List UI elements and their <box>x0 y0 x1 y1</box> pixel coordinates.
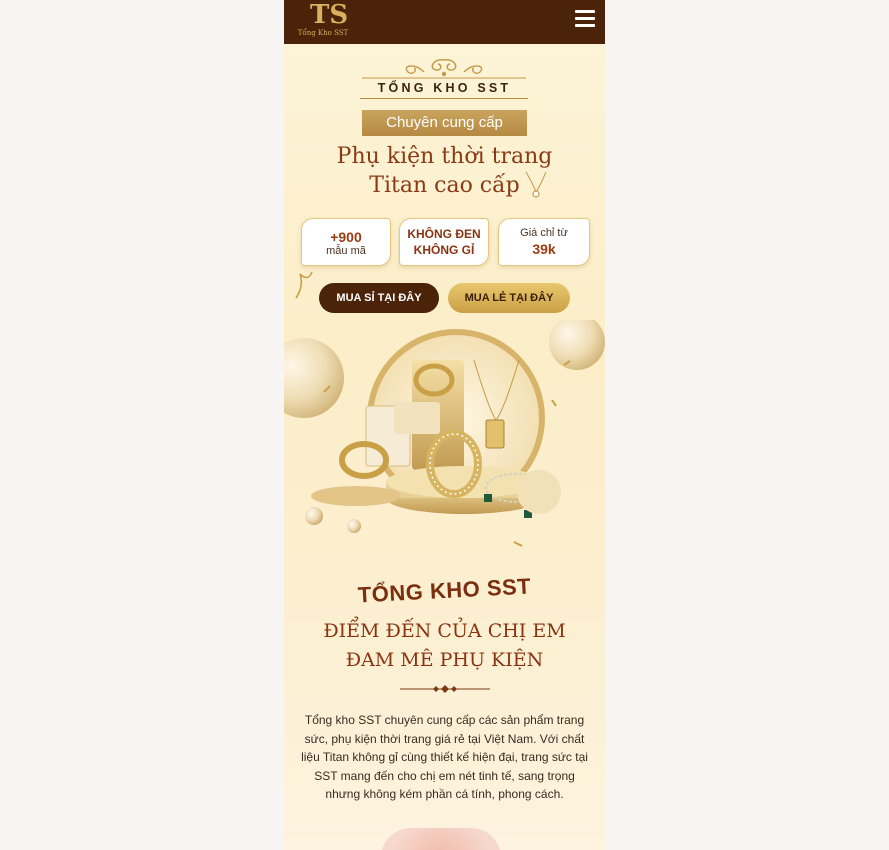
badge-quality: KHÔNG ĐEN KHÔNG GỈ <box>399 218 489 266</box>
site-logo[interactable]: TS Tổng Kho SST <box>294 0 352 44</box>
product-count-value: +900 <box>330 229 362 245</box>
hero-headline-line2: Titan cao cấp <box>369 173 520 198</box>
about-subtitle: ĐIỂM ĐẾN CỦA CHỊ EM ĐAM MÊ PHỤ KIỆN <box>284 617 605 675</box>
badge-price: Giá chỉ từ 39k <box>498 218 590 266</box>
pendant-icon <box>525 171 547 198</box>
confetti-icon <box>295 271 313 299</box>
quality-line1: KHÔNG ĐEN <box>407 227 481 241</box>
hamburger-menu-icon[interactable] <box>575 10 595 28</box>
about-subtitle-line2: ĐAM MÊ PHỤ KIỆN <box>345 649 544 671</box>
about-description: Tổng kho SST chuyên cung cấp các sản phẩ… <box>301 713 588 801</box>
site-header: TS Tổng Kho SST <box>284 0 605 44</box>
brand-title: TỔNG KHO SST <box>377 81 512 95</box>
jewelry-showcase-image <box>284 320 605 547</box>
buy-retail-button[interactable]: MUA LẺ TẠI ĐÂY <box>448 283 570 313</box>
hero-headline-line1: Phụ kiện thời trang <box>336 144 553 169</box>
brand-underline <box>360 98 528 99</box>
section-divider-icon <box>400 685 490 693</box>
mobile-page: TS Tổng Kho SST TỔNG KHO SST Chuyên cung… <box>284 0 605 850</box>
tagline-banner: Chuyên cung cấp <box>362 110 527 136</box>
about-brand-title: TỔNG KHO SST <box>357 573 532 608</box>
logo-monogram: TS <box>310 0 349 30</box>
buy-wholesale-button[interactable]: MUA SỈ TẠI ĐÂY <box>319 283 439 313</box>
badge-product-count: +900 mẫu mã <box>301 218 391 266</box>
price-label: Giá chỉ từ <box>520 227 568 239</box>
ornament-flourish-icon <box>362 59 526 79</box>
price-value: 39k <box>532 241 556 257</box>
model-portrait-image <box>381 828 501 850</box>
hero-headline: Phụ kiện thời trang Titan cao cấp <box>284 142 605 200</box>
product-count-label: mẫu mã <box>326 245 366 257</box>
about-subtitle-line1: ĐIỂM ĐẾN CỦA CHỊ EM <box>323 620 566 642</box>
logo-text: Tổng Kho SST <box>297 29 349 37</box>
quality-line2: KHÔNG GỈ <box>413 243 475 257</box>
